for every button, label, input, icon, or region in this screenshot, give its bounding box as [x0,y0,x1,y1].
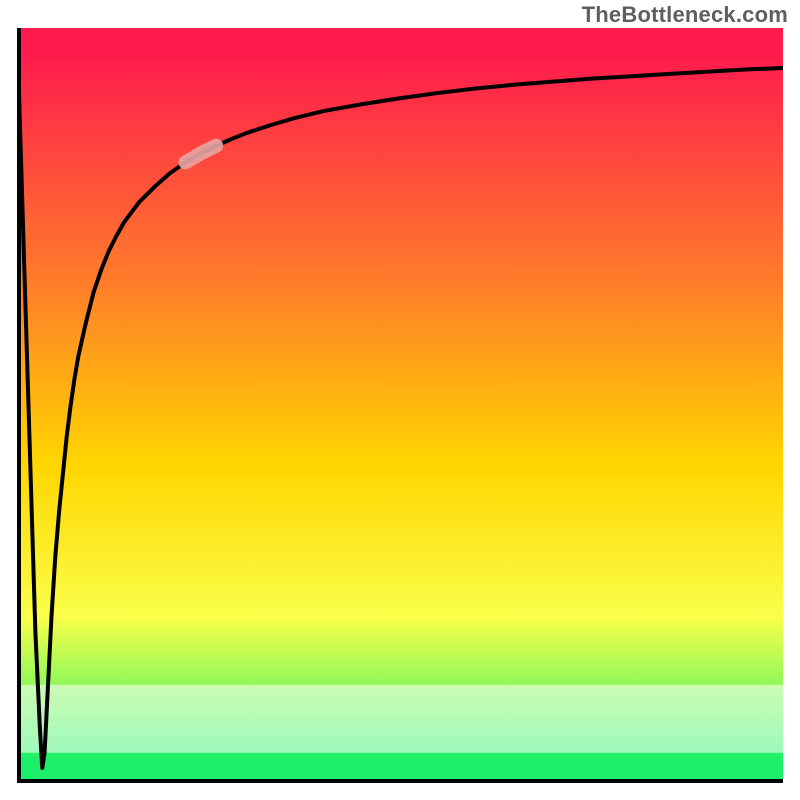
chart-container: TheBottleneck.com [0,0,800,800]
y-axis [17,28,21,783]
gradient-background [17,28,783,783]
pale-band [17,685,783,753]
plot-area [17,28,783,783]
plot-svg [17,28,783,783]
x-axis [17,779,783,783]
watermark: TheBottleneck.com [582,2,788,28]
